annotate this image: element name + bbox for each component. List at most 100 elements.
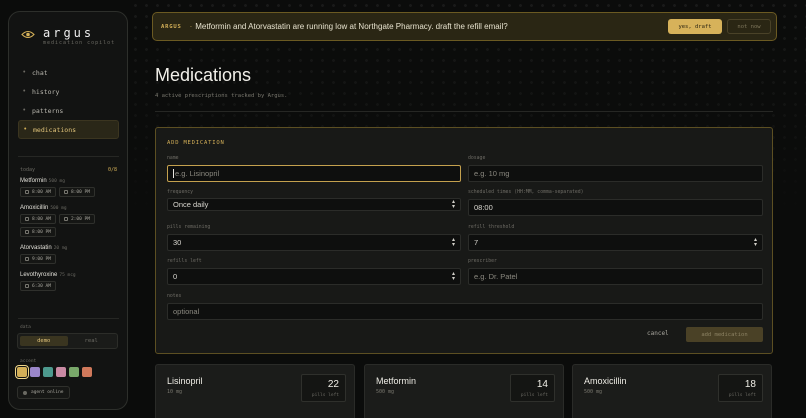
add-medication-button[interactable]: add medication	[686, 327, 763, 342]
sidebar-divider	[18, 318, 119, 319]
banner-message: Metformin and Atorvastatin are running l…	[195, 22, 508, 31]
banner-sender: ARGUS	[161, 23, 182, 30]
accent-swatch-orange[interactable]	[82, 367, 92, 377]
prescriber-placeholder: e.g. Dr. Patel	[474, 272, 518, 281]
scheduled-times-input[interactable]: 08:00	[468, 199, 763, 216]
pills-left-box: 22 pills left	[301, 374, 346, 402]
bullet-icon: •	[24, 126, 27, 133]
draft-refill-button[interactable]: yes, draft	[668, 19, 722, 34]
medication-card-metformin[interactable]: Metformin 500 mg 14 pills left	[364, 364, 564, 418]
today-med-levothyroxine: Levothyroxine 75 mcg 6:30 AM	[20, 272, 120, 291]
med-dose: 75 mcg	[59, 273, 76, 278]
pills-left-count: 22	[327, 379, 339, 390]
dose-checkbox[interactable]: 2:00 PM	[58, 214, 95, 224]
dose-time: 8:00 AM	[32, 189, 51, 195]
frequency-select[interactable]: Once daily ▴ ▾	[167, 198, 461, 211]
checkbox-icon	[63, 190, 68, 194]
eye-logo-icon	[21, 30, 35, 39]
sidebar-item-medications[interactable]: • medications	[18, 120, 119, 139]
refill-threshold-label: refill threshold	[468, 225, 515, 230]
name-placeholder: e.g. Lisinopril	[175, 169, 220, 178]
accent-section-label: accent	[20, 359, 37, 364]
dose-checkbox[interactable]: 6:30 AM	[20, 281, 56, 291]
accent-swatch-pink[interactable]	[56, 367, 66, 377]
dosage-input[interactable]: e.g. 10 mg	[468, 165, 763, 182]
accent-swatch-teal[interactable]	[43, 367, 53, 377]
dose-time: 9:00 PM	[32, 256, 51, 262]
pills-remaining-input[interactable]: 30 ▴ ▾	[167, 234, 461, 251]
med-name: Metformin	[20, 178, 47, 184]
med-name: Amoxicillin	[20, 205, 49, 211]
pills-left-label: pills left	[311, 393, 339, 398]
refills-left-input[interactable]: 0 ▴ ▾	[167, 268, 461, 285]
pills-left-box: 18 pills left	[718, 374, 763, 402]
accent-swatch-gold[interactable]	[15, 365, 29, 379]
sidebar: argus medication copilot • chat • histor…	[8, 11, 128, 410]
name-input[interactable]: e.g. Lisinopril	[167, 165, 461, 182]
dose-time: 8:00 AM	[32, 216, 51, 222]
banner-message-wrap: · Metformin and Atorvastatin are running …	[190, 22, 508, 31]
brand-name: argus	[43, 26, 95, 40]
medication-card-lisinopril[interactable]: Lisinopril 10 mg 22 pills left	[155, 364, 355, 418]
bullet-icon: •	[23, 107, 26, 114]
notes-placeholder: optional	[173, 307, 200, 316]
sidebar-item-patterns[interactable]: • patterns	[18, 101, 119, 120]
dose-time: 8:00 PM	[32, 229, 51, 235]
notes-input[interactable]: optional	[167, 303, 763, 320]
stepper-icon[interactable]: ▴ ▾	[754, 237, 757, 248]
data-mode-demo[interactable]: demo	[20, 336, 68, 346]
data-section-label: data	[20, 325, 31, 330]
separator-icon: ·	[189, 22, 193, 31]
pills-remaining-value: 30	[173, 238, 182, 247]
dose-checkbox[interactable]: 9:00 PM	[20, 254, 56, 264]
scheduled-times-label: scheduled times (HH:MM, comma-separated)	[468, 190, 584, 195]
card-med-name: Amoxicillin	[584, 376, 627, 386]
dose-checkbox[interactable]: 8:00 PM	[20, 227, 56, 237]
bullet-icon: •	[23, 69, 26, 76]
checkbox-icon	[25, 190, 29, 194]
stepper-icon[interactable]: ▴ ▾	[452, 271, 455, 282]
pills-left-count: 14	[536, 379, 548, 390]
pills-remaining-label: pills remaining	[167, 225, 211, 230]
page-subtitle: 4 active prescriptions tracked by Argus.	[155, 93, 288, 99]
accent-swatch-purple[interactable]	[30, 367, 40, 377]
refill-threshold-input[interactable]: 7 ▴ ▾	[468, 234, 763, 251]
name-label: name	[167, 156, 179, 161]
pills-left-count: 18	[744, 379, 756, 390]
dose-time: 8:00 PM	[70, 189, 90, 195]
agent-status-label: agent online	[31, 390, 64, 395]
checkbox-icon	[63, 217, 68, 221]
refills-left-label: refills left	[167, 259, 202, 264]
dismiss-banner-button[interactable]: not now	[727, 19, 771, 34]
dose-checkbox[interactable]: 8:00 AM	[20, 214, 56, 224]
today-med-amoxicillin: Amoxicillin 500 mg 8:00 AM 2:00 PM 8:00 P…	[20, 205, 120, 237]
dose-time: 6:30 AM	[32, 283, 51, 289]
bullet-icon: •	[23, 88, 26, 95]
sidebar-item-history[interactable]: • history	[18, 82, 119, 101]
refill-suggestion-banner: ARGUS · Metformin and Atorvastatin are ru…	[152, 12, 777, 41]
sidebar-nav: • chat • history • patterns • medication…	[18, 63, 119, 139]
card-med-name: Metformin	[376, 376, 417, 386]
data-mode-real[interactable]: real	[68, 336, 116, 346]
dose-checkbox[interactable]: 8:00 AM	[20, 187, 56, 197]
sidebar-item-label: patterns	[32, 106, 64, 115]
pills-left-box: 14 pills left	[510, 374, 555, 402]
dose-checkbox[interactable]: 8:00 PM	[58, 187, 95, 197]
agent-status: agent online	[17, 386, 70, 399]
checkbox-icon	[25, 217, 29, 221]
today-med-metformin: Metformin 500 mg 8:00 AM 8:00 PM	[20, 178, 120, 197]
notes-label: notes	[167, 294, 182, 299]
medication-card-amoxicillin[interactable]: Amoxicillin 500 mg 18 pills left	[572, 364, 772, 418]
today-dose-count: 0/8	[107, 167, 117, 173]
sidebar-item-label: chat	[32, 68, 48, 77]
med-dose: 500 mg	[48, 179, 65, 184]
cancel-button[interactable]: cancel	[647, 330, 669, 337]
today-med-atorvastatin: Atorvastatin 20 mg 9:00 PM	[20, 245, 120, 264]
accent-swatch-green[interactable]	[69, 367, 79, 377]
sidebar-item-chat[interactable]: • chat	[18, 63, 119, 82]
prescriber-input[interactable]: e.g. Dr. Patel	[468, 268, 763, 285]
today-med-list: Metformin 500 mg 8:00 AM 8:00 PM Amoxicil…	[20, 178, 120, 299]
refill-threshold-value: 7	[474, 238, 479, 247]
stepper-icon[interactable]: ▴ ▾	[452, 237, 455, 248]
sidebar-item-label: medications	[33, 125, 77, 134]
